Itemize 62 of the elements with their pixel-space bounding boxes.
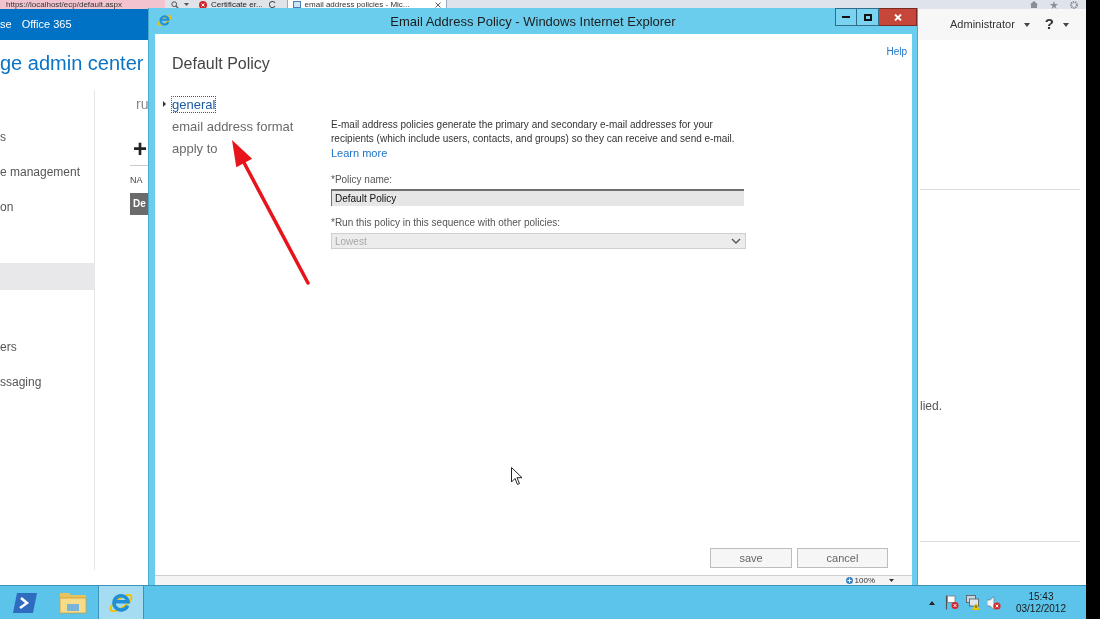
close-icon[interactable]	[434, 1, 441, 8]
nav-item[interactable]: ssaging	[0, 368, 94, 395]
list-row[interactable]: De	[130, 193, 148, 215]
address-bar[interactable]: https://localhost/ecp/default.aspx	[0, 0, 165, 9]
caret-down-icon[interactable]	[1063, 22, 1069, 27]
home-icon[interactable]	[1030, 1, 1038, 8]
description-text: E-mail address policies generate the primary and secondary e-mail addresses for your recipients (which include users, contacts, and groups) so they can receive and send e-mail.	[331, 118, 736, 146]
dialog-button[interactable]: cancel	[797, 548, 888, 568]
nav-item[interactable]: ers	[0, 333, 94, 360]
maximize-button[interactable]	[857, 8, 879, 26]
details-text: lied.	[920, 399, 943, 413]
nav-item[interactable]: s	[0, 123, 94, 150]
nav-item[interactable]: on	[0, 193, 94, 220]
network-icon[interactable]	[965, 595, 980, 610]
caret-down-icon[interactable]	[889, 579, 894, 582]
caret-up-icon[interactable]	[928, 600, 935, 605]
top-nav-link[interactable]: Office 365	[21, 16, 72, 33]
add-button[interactable]: +	[130, 138, 148, 160]
nav-item[interactable]: e management	[0, 158, 94, 185]
chevron-down-icon	[731, 238, 741, 244]
speaker-icon[interactable]	[986, 595, 1001, 610]
flag-icon[interactable]	[944, 595, 959, 610]
refresh-icon[interactable]	[268, 1, 276, 8]
caret-right-icon	[163, 101, 166, 107]
clock-date[interactable]: 03/12/2012	[1015, 602, 1066, 615]
section-link[interactable]: general	[172, 96, 216, 112]
page-icon	[292, 1, 301, 8]
search-icon[interactable]	[171, 0, 179, 9]
zoom-level[interactable]: 100%	[854, 576, 875, 585]
zoom-icon[interactable]	[845, 577, 853, 584]
certificate-error-label[interactable]: Certificate er...	[211, 0, 263, 9]
learn-more-link[interactable]: Learn more	[331, 146, 388, 160]
minimize-icon	[842, 16, 850, 18]
close-icon	[893, 13, 902, 21]
terminal-icon	[13, 592, 37, 613]
folder-icon	[59, 591, 87, 614]
page-title: ge admin center	[0, 52, 144, 74]
minimize-button[interactable]	[835, 8, 857, 26]
field-label: *Policy name:	[331, 173, 394, 186]
clock-time[interactable]: 15:43	[1028, 590, 1054, 603]
user-menu[interactable]: Administrator	[950, 16, 1015, 33]
top-nav-link[interactable]: se	[0, 16, 12, 33]
column-header: NA	[130, 175, 144, 185]
section-link[interactable]: apply to	[172, 140, 218, 156]
error-icon	[199, 0, 207, 9]
mouse-pointer-icon	[511, 467, 523, 485]
policy-name-field[interactable]: Default Policy	[331, 189, 744, 206]
section-link[interactable]: email address format	[172, 118, 294, 134]
star-icon[interactable]	[1050, 0, 1058, 9]
maximize-icon	[863, 13, 872, 21]
caret-down-icon[interactable]	[184, 3, 189, 6]
field-label: *Run this policy in this sequence with other policies:	[331, 216, 561, 229]
tab-label: email address policies - Mic...	[304, 0, 411, 9]
help-menu[interactable]: ?	[1044, 13, 1054, 36]
close-button[interactable]	[879, 8, 917, 26]
dialog-button[interactable]: save	[710, 548, 792, 568]
help-link[interactable]: Help	[886, 34, 912, 74]
list-title: ru	[135, 96, 148, 112]
caret-down-icon[interactable]	[1023, 22, 1030, 27]
dialog-heading: Default Policy	[171, 54, 270, 74]
browser-logo-icon	[157, 13, 172, 28]
window-title: Email Address Policy - Windows Internet Explorer	[390, 13, 676, 29]
